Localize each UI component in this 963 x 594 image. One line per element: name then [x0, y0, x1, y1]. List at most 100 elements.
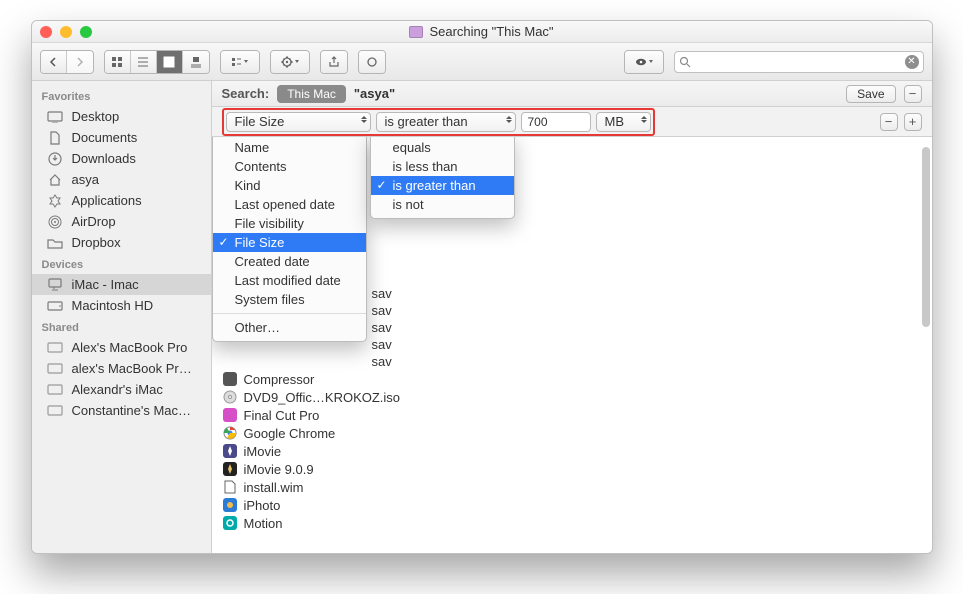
list-item[interactable]: sav	[212, 353, 412, 370]
dropdown-item[interactable]: is less than	[371, 157, 514, 176]
list-item[interactable]: iMovie	[212, 442, 412, 460]
app-icon	[222, 371, 238, 387]
criteria-remove-button[interactable]: −	[880, 113, 898, 131]
sidebar-item-home[interactable]: asya	[32, 169, 211, 190]
search-field[interactable]: ✕	[674, 51, 924, 73]
list-item[interactable]: Google Chrome	[212, 424, 412, 442]
disk-icon	[46, 299, 64, 313]
unit-select[interactable]: MB	[596, 112, 651, 132]
sidebar-item-applications[interactable]: Applications	[32, 190, 211, 211]
sidebar-item-label: Alex's MacBook Pro	[72, 340, 188, 355]
file-label: iMovie 9.0.9	[244, 462, 314, 477]
applications-icon	[46, 194, 64, 208]
sidebar-item-dropbox[interactable]: Dropbox	[32, 232, 211, 253]
list-item[interactable]: Compressor	[212, 370, 412, 388]
sidebar-item-downloads[interactable]: Downloads	[32, 148, 211, 169]
dropdown-item[interactable]: Last modified date	[213, 271, 366, 290]
list-item[interactable]: Final Cut Pro	[212, 406, 412, 424]
sidebar-heading: Shared	[32, 316, 211, 337]
file-label: DVD9_Offic…KROKOZ.iso	[244, 390, 401, 405]
monitor-icon	[46, 383, 64, 397]
window-title: Searching "This Mac"	[92, 24, 872, 39]
sidebar-item-documents[interactable]: Documents	[32, 127, 211, 148]
icon-view-button[interactable]	[105, 51, 131, 73]
sidebar-heading: Devices	[32, 253, 211, 274]
share-button[interactable]	[321, 51, 347, 73]
dropdown-item[interactable]: Name	[213, 138, 366, 157]
column-view-button[interactable]	[157, 51, 183, 73]
dropdown-item[interactable]: is not	[371, 195, 514, 214]
sidebar-item-desktop[interactable]: Desktop	[32, 106, 211, 127]
dropdown-item[interactable]: is greater than	[371, 176, 514, 195]
folder-icon	[46, 236, 64, 250]
sidebar-item-label: AirDrop	[72, 214, 116, 229]
criteria-add-button[interactable]: +	[904, 113, 922, 131]
window-title-text: Searching "This Mac"	[429, 24, 553, 39]
dropdown-item[interactable]: equals	[371, 138, 514, 157]
sidebar-item-shared[interactable]: Alex's MacBook Pro	[32, 337, 211, 358]
sidebar-item-macintosh-hd[interactable]: Macintosh HD	[32, 295, 211, 316]
scope-folder[interactable]: "asya"	[354, 86, 395, 101]
list-item[interactable]: iPhoto	[212, 496, 412, 514]
dropdown-item[interactable]: File Size	[213, 233, 366, 252]
tags-button[interactable]	[359, 51, 385, 73]
sidebar-item-airdrop[interactable]: AirDrop	[32, 211, 211, 232]
share-button-group	[320, 50, 348, 74]
arrange-button[interactable]	[221, 51, 259, 73]
nav-buttons	[40, 50, 94, 74]
sidebar-item-shared[interactable]: Alexandr's iMac	[32, 379, 211, 400]
save-search-button[interactable]: Save	[846, 85, 895, 103]
attribute-select[interactable]: File Size	[226, 112, 371, 132]
imac-icon	[46, 278, 64, 292]
sidebar-heading: Favorites	[32, 85, 211, 106]
list-item[interactable]: DVD9_Offic…KROKOZ.iso	[212, 388, 412, 406]
imovie-icon	[222, 461, 238, 477]
remove-criteria-button[interactable]: −	[904, 85, 922, 103]
quicklook-button[interactable]	[625, 51, 663, 73]
folder-icon	[409, 26, 423, 38]
operator-dropdown[interactable]: equals is less than is greater than is n…	[370, 137, 515, 219]
file-label: install.wim	[244, 480, 304, 495]
list-item[interactable]: install.wim	[212, 478, 412, 496]
dropdown-item-other[interactable]: Other…	[213, 318, 366, 337]
dropdown-item[interactable]: Created date	[213, 252, 366, 271]
file-label: iMovie	[244, 444, 282, 459]
scope-this-mac[interactable]: This Mac	[277, 85, 346, 103]
scrollbar[interactable]	[918, 137, 932, 553]
size-value-input[interactable]	[521, 112, 591, 132]
dropdown-item[interactable]: System files	[213, 290, 366, 309]
finder-window: Searching "This Mac"	[31, 20, 933, 554]
sidebar-item-label: asya	[72, 172, 99, 187]
file-label: Compressor	[244, 372, 315, 387]
clear-search-icon[interactable]: ✕	[905, 55, 919, 69]
sidebar-item-imac[interactable]: iMac - Imac	[32, 274, 211, 295]
select-value: MB	[605, 114, 625, 129]
dropdown-item[interactable]: File visibility	[213, 214, 366, 233]
titlebar[interactable]: Searching "This Mac"	[32, 21, 932, 43]
sidebar-item-shared[interactable]: alex's MacBook Pr…	[32, 358, 211, 379]
search-criteria-row: File Size is greater than MB − +	[212, 107, 932, 137]
main-content: Search: This Mac "asya" Save − File Size…	[212, 81, 932, 553]
results-column: sav sav sav sav sav Compressor DVD9_Offi…	[212, 137, 932, 553]
attribute-dropdown[interactable]: Name Contents Kind Last opened date File…	[212, 137, 367, 342]
file-label: iPhoto	[244, 498, 281, 513]
sidebar-item-label: Documents	[72, 130, 138, 145]
dropdown-item[interactable]: Last opened date	[213, 195, 366, 214]
back-button[interactable]	[41, 51, 67, 73]
search-input[interactable]	[691, 55, 905, 69]
dropdown-item[interactable]: Kind	[213, 176, 366, 195]
maximize-button[interactable]	[80, 26, 92, 38]
close-button[interactable]	[40, 26, 52, 38]
tags-button-group	[358, 50, 386, 74]
sidebar-item-shared[interactable]: Constantine's Mac…	[32, 400, 211, 421]
list-item[interactable]: Motion	[212, 514, 412, 532]
action-button[interactable]	[271, 51, 309, 73]
operator-select[interactable]: is greater than	[376, 112, 516, 132]
dropdown-item[interactable]: Contents	[213, 157, 366, 176]
scrollbar-thumb[interactable]	[922, 147, 930, 327]
list-view-button[interactable]	[131, 51, 157, 73]
forward-button[interactable]	[67, 51, 93, 73]
minimize-button[interactable]	[60, 26, 72, 38]
coverflow-view-button[interactable]	[183, 51, 209, 73]
list-item[interactable]: iMovie 9.0.9	[212, 460, 412, 478]
